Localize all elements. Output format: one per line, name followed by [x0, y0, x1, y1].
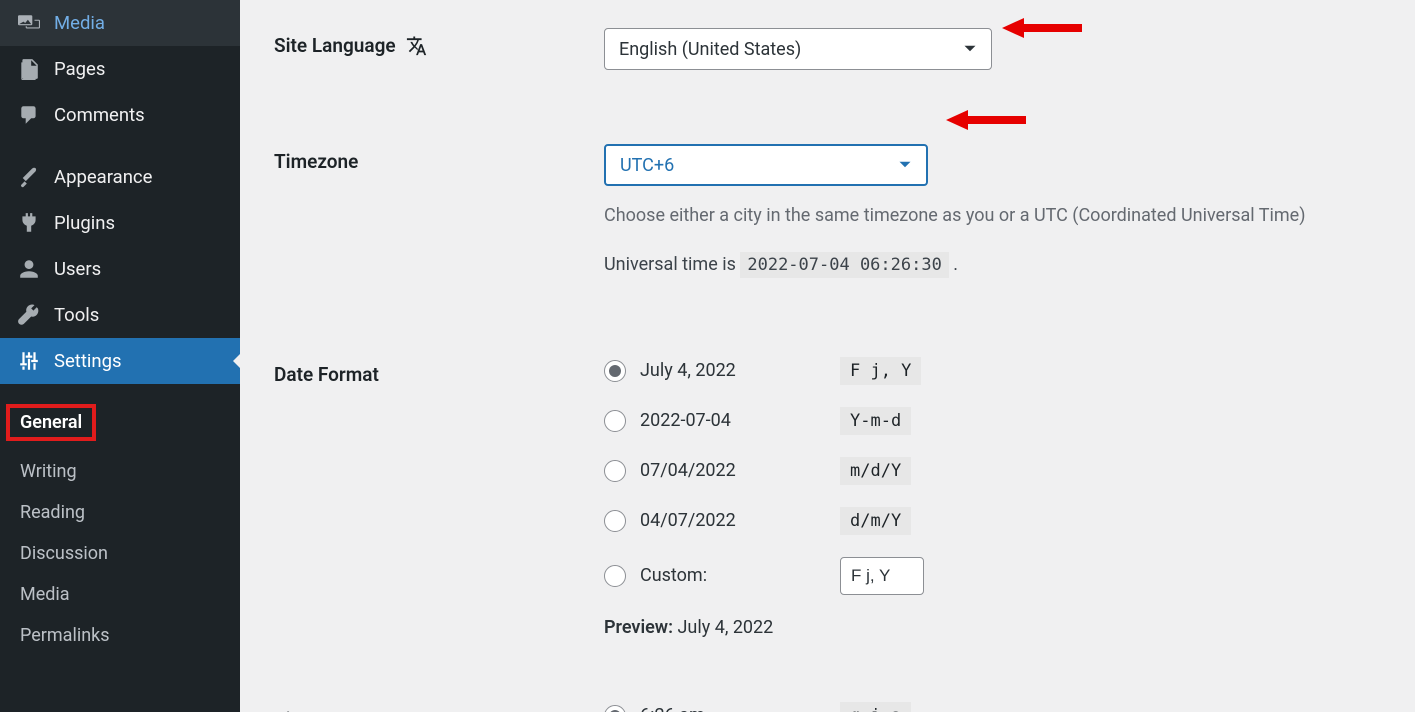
settings-icon [18, 350, 40, 372]
sidebar-item-settings[interactable]: Settings [0, 338, 240, 384]
date-format-option-custom[interactable]: Custom: [604, 557, 1415, 595]
format-code: g:i a [840, 702, 911, 712]
sidebar-item-media[interactable]: Media [0, 0, 240, 46]
sidebar-item-label: Tools [54, 304, 99, 326]
date-format-custom-input[interactable] [840, 557, 924, 595]
sidebar-item-label: Appearance [54, 166, 152, 188]
comments-icon [18, 104, 40, 126]
sidebar-item-label: Settings [54, 350, 122, 372]
format-code: F j, Y [840, 357, 921, 385]
date-format-option-0[interactable]: July 4, 2022 F j, Y [604, 357, 1415, 385]
sidebar-item-pages[interactable]: Pages [0, 46, 240, 92]
radio-input[interactable] [604, 460, 626, 482]
annotation-arrow-icon [946, 108, 1026, 132]
sidebar-item-label: Users [54, 258, 101, 280]
sidebar-item-comments[interactable]: Comments [0, 92, 240, 138]
format-code: d/m/Y [840, 507, 911, 535]
sidebar-item-plugins[interactable]: Plugins [0, 200, 240, 246]
appearance-icon [18, 166, 40, 188]
submenu-item-general[interactable]: General [0, 394, 240, 451]
pages-icon [18, 58, 40, 80]
sidebar-item-appearance[interactable]: Appearance [0, 154, 240, 200]
sidebar-item-users[interactable]: Users [0, 246, 240, 292]
format-code: Y-m-d [840, 407, 911, 435]
radio-input[interactable] [604, 705, 626, 712]
universal-time-code: 2022-07-04 06:26:30 [740, 252, 948, 278]
label-time-format: Time Format [274, 702, 604, 712]
sidebar-item-label: Comments [54, 104, 145, 126]
sidebar-item-tools[interactable]: Tools [0, 292, 240, 338]
submenu-item-writing[interactable]: Writing [0, 451, 240, 492]
row-date-format: Date Format July 4, 2022 F j, Y 2022-07-… [274, 297, 1415, 656]
date-format-option-3[interactable]: 04/07/2022 d/m/Y [604, 507, 1415, 535]
site-language-select[interactable]: English (United States) [604, 28, 992, 70]
label-date-format: Date Format [274, 357, 604, 386]
time-format-option-0[interactable]: 6:26 am g:i a [604, 702, 1415, 712]
settings-general-form: Site Language English (United States) Ti… [240, 0, 1415, 712]
submenu-item-media[interactable]: Media [0, 574, 240, 615]
media-icon [18, 12, 40, 34]
label-timezone: Timezone [274, 144, 604, 173]
date-format-option-1[interactable]: 2022-07-04 Y-m-d [604, 407, 1415, 435]
translate-icon [406, 35, 428, 57]
submenu-item-permalinks[interactable]: Permalinks [0, 615, 240, 656]
timezone-select[interactable]: UTC+6 [604, 144, 928, 186]
date-format-option-2[interactable]: 07/04/2022 m/d/Y [604, 457, 1415, 485]
submenu-item-discussion[interactable]: Discussion [0, 533, 240, 574]
annotation-arrow-icon [1002, 16, 1082, 40]
chevron-down-icon [959, 38, 981, 60]
label-site-language: Site Language [274, 28, 604, 57]
tools-icon [18, 304, 40, 326]
settings-submenu: General Writing Reading Discussion Media… [0, 384, 240, 670]
radio-input[interactable] [604, 360, 626, 382]
sidebar-item-label: Media [54, 12, 105, 34]
date-format-preview: Preview: July 4, 2022 [604, 617, 1415, 638]
sidebar-item-label: Plugins [54, 212, 115, 234]
radio-input[interactable] [604, 410, 626, 432]
users-icon [18, 258, 40, 280]
timezone-helper-text: Choose either a city in the same timezon… [604, 202, 1415, 229]
radio-input[interactable] [604, 510, 626, 532]
row-site-language: Site Language English (United States) [274, 10, 1415, 88]
submenu-item-reading[interactable]: Reading [0, 492, 240, 533]
universal-time-text: Universal time is 2022-07-04 06:26:30 . [604, 251, 1415, 279]
chevron-down-icon [894, 154, 916, 176]
row-time-format: Time Format 6:26 am g:i a 6:26 AM g:i A [274, 656, 1415, 712]
radio-input[interactable] [604, 565, 626, 587]
admin-sidebar: Media Pages Comments Appearance Plugins … [0, 0, 240, 712]
plugins-icon [18, 212, 40, 234]
sidebar-item-label: Pages [54, 58, 105, 80]
format-code: m/d/Y [840, 457, 911, 485]
row-timezone: Timezone UTC+6 Choose either a city in t… [274, 88, 1415, 297]
